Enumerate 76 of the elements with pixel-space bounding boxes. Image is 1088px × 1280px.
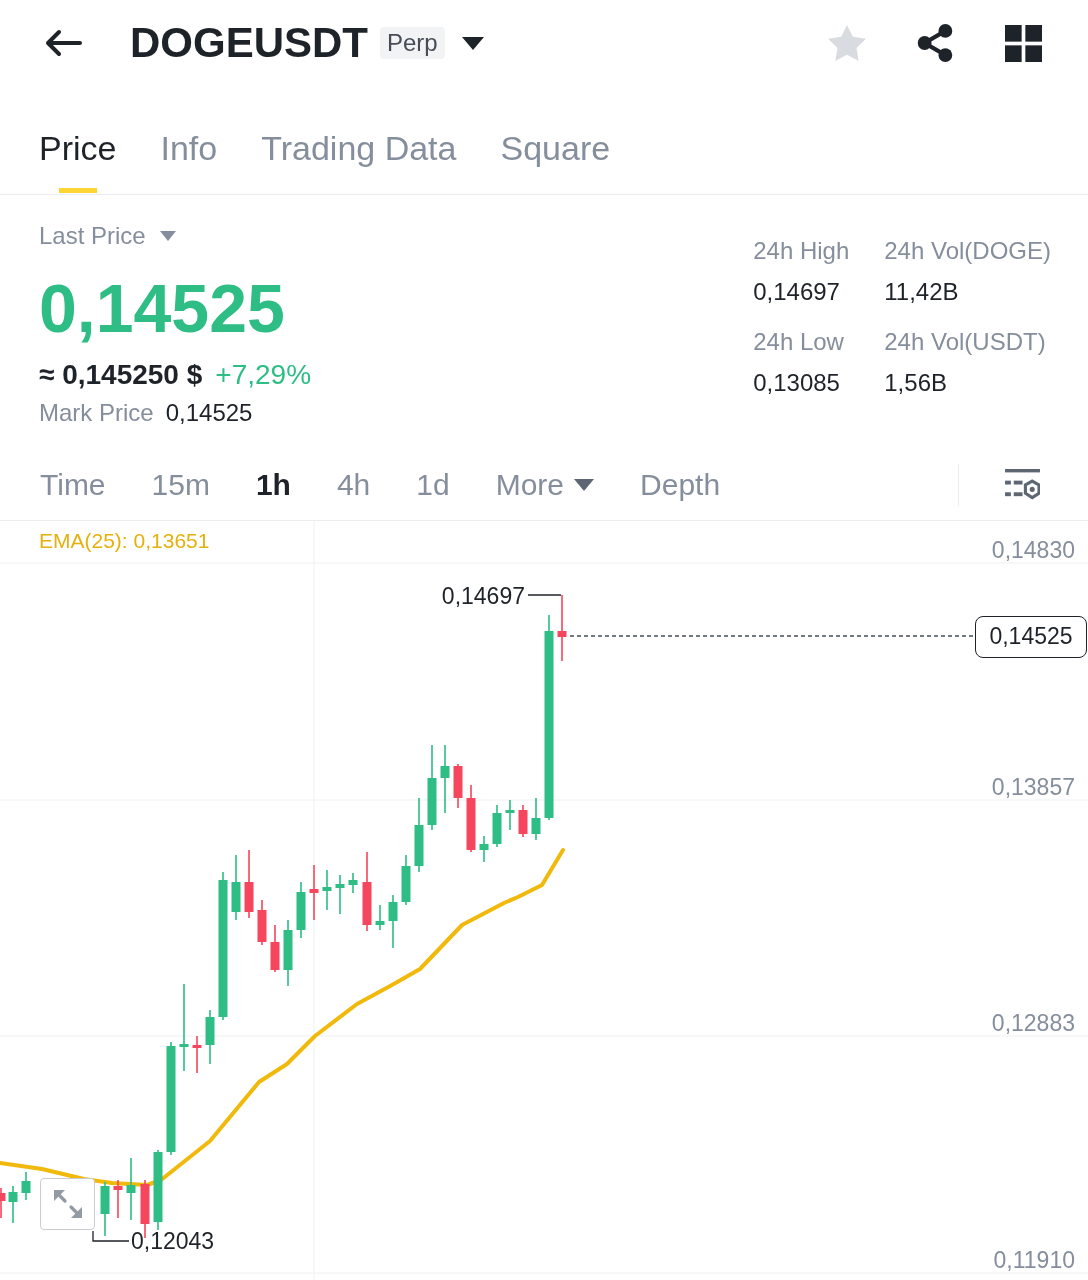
price-axis-label: 0,13857 [991, 774, 1075, 800]
bearish-candle [257, 900, 267, 945]
bullish-candle [388, 895, 398, 948]
share-icon[interactable] [917, 24, 953, 62]
stat-label: 24h Vol(DOGE) [884, 236, 1051, 266]
tab[interactable]: Info [160, 128, 218, 194]
price-axis-label: 0,12883 [991, 1010, 1075, 1036]
bearish-candle [453, 764, 463, 808]
bullish-candle [231, 855, 241, 920]
grid-icon[interactable] [1005, 24, 1042, 62]
high-price-label: 0,14697 [441, 583, 525, 609]
bullish-candle [505, 800, 515, 830]
back-arrow-icon[interactable] [44, 29, 82, 57]
bearish-candle [113, 1180, 123, 1218]
mark-price: 0,14525 [165, 398, 253, 428]
bullish-candle [531, 798, 541, 840]
bullish-candle [335, 875, 345, 914]
bearish-candle [557, 595, 567, 661]
caret-icon [574, 479, 595, 491]
mark-price-label: Mark Price [39, 398, 154, 428]
stat-value: 0,13085 [753, 368, 841, 398]
bullish-candle [348, 873, 358, 893]
leader-line [92, 1230, 130, 1242]
bullish-candle [21, 1172, 31, 1200]
approx-price: ≈ 0,145250 $ [39, 358, 203, 392]
bearish-candle [309, 865, 319, 920]
bullish-candle [492, 805, 502, 847]
tab[interactable]: Square [500, 128, 611, 194]
bullish-candle [8, 1186, 18, 1223]
stat-label: 24h High [753, 236, 850, 266]
price-axis-label: 0,11910 [993, 1247, 1075, 1273]
interval-tab[interactable]: 1d [416, 465, 450, 505]
caret-icon[interactable] [461, 36, 484, 50]
bearish-candle [518, 805, 528, 837]
ema-indicator-label: EMA(25): 0,13651 [39, 528, 210, 554]
interval-tab[interactable]: Depth [640, 465, 721, 505]
last-price-label: Last Price [39, 221, 146, 251]
low-price-label: 0,12043 [131, 1228, 215, 1254]
stat-label: 24h Low [753, 327, 845, 357]
last-price: 0,14525 [39, 269, 286, 348]
last-price-tag: 0,14525 [975, 616, 1087, 658]
tab[interactable]: Trading Data [261, 128, 457, 194]
stat-value: 0,14697 [753, 277, 841, 307]
tab[interactable]: Price [39, 128, 117, 194]
bullish-candle [401, 855, 411, 905]
interval-tab[interactable]: More [495, 465, 595, 505]
stat-value: 1,56B [884, 368, 948, 398]
bullish-candle [283, 920, 293, 986]
bullish-candle [375, 905, 385, 930]
interval-tab[interactable]: 1h [255, 465, 291, 505]
interval-tab[interactable]: 15m [151, 465, 210, 505]
expand-chart-button[interactable] [40, 1178, 95, 1230]
star-icon[interactable] [828, 25, 866, 61]
bearish-candle [270, 925, 280, 972]
bearish-candle [192, 1036, 202, 1073]
bearish-candle [244, 850, 254, 918]
stat-value: 11,42B [884, 277, 960, 307]
pair-title: DOGEUSDT [130, 19, 368, 67]
chart-settings-icon[interactable] [1005, 468, 1040, 502]
bullish-candle [440, 745, 450, 813]
interval-tab[interactable]: Time [40, 465, 106, 505]
price-axis-label: 0,14830 [991, 537, 1075, 563]
bullish-candle [126, 1158, 136, 1220]
contract-badge: Perp [380, 27, 445, 59]
interval-tab[interactable]: 4h [336, 465, 371, 505]
bearish-candle [466, 785, 476, 852]
bearish-candle [0, 1188, 6, 1218]
bullish-candle [100, 1182, 110, 1236]
bullish-candle [479, 836, 489, 862]
bullish-candle [322, 870, 332, 910]
stat-label: 24h Vol(USDT) [884, 327, 1047, 357]
expand-icon [52, 1189, 83, 1219]
price-change: +7,29% [215, 358, 312, 392]
bullish-candle [205, 1010, 215, 1064]
bullish-candle [296, 882, 306, 938]
leader-line [527, 594, 562, 596]
